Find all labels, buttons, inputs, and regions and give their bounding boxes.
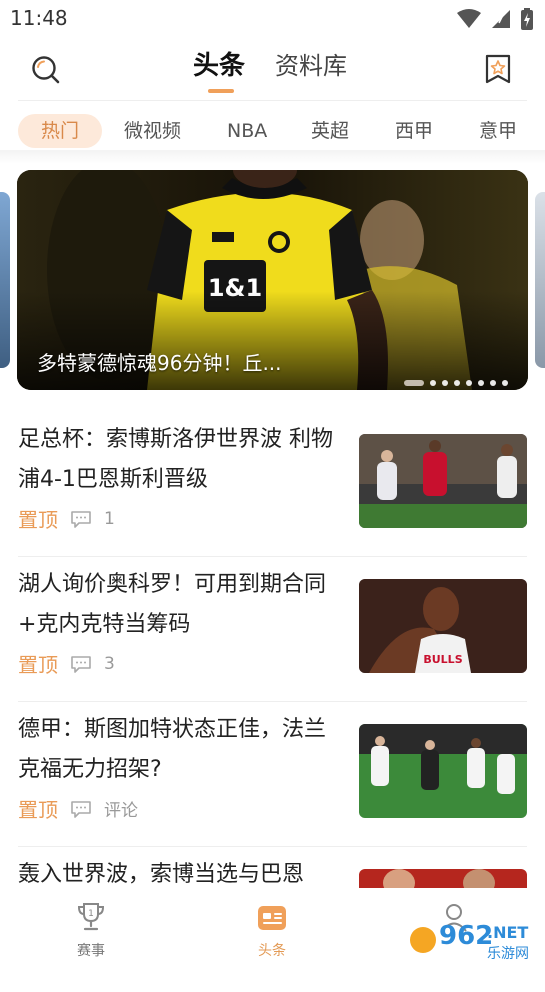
status-time: 11:48 — [10, 6, 68, 30]
comment-icon — [71, 800, 91, 818]
bottom-nav: 1 赛事 头条 962 .NET 乐游网 — [0, 888, 545, 968]
wifi-icon — [457, 9, 481, 28]
nav-label: 头条 — [258, 943, 286, 959]
watermark-logo: 962 .NET 乐游网 — [410, 921, 529, 962]
trophy-icon: 1 — [77, 903, 105, 931]
watermark-text-1: 962 — [439, 921, 493, 951]
comment-count: 1 — [104, 508, 115, 529]
prev-slide-peek[interactable] — [0, 192, 10, 368]
watermark-text-2: .NET — [487, 923, 528, 942]
category-serie-a[interactable]: 意甲 — [479, 114, 517, 148]
svg-text:BULLS: BULLS — [423, 653, 462, 666]
pinned-tag: 置顶 — [18, 653, 58, 677]
nav-headlines[interactable]: 头条 — [232, 902, 312, 960]
bookmark-button[interactable] — [481, 52, 515, 86]
status-bar: 11:48 — [0, 0, 545, 38]
news-card-icon — [258, 906, 286, 930]
search-button[interactable] — [28, 52, 64, 88]
site-watermark: 962 .NET 乐游网 — [407, 910, 539, 964]
carousel-dot — [466, 380, 472, 386]
carousel-dot — [502, 380, 508, 386]
pinned-tag: 置顶 — [18, 508, 58, 532]
category-la-liga[interactable]: 西甲 — [395, 114, 433, 148]
bookmark-star-icon — [485, 54, 511, 84]
comment-count: 评论 — [104, 801, 138, 821]
category-bar-shadow — [0, 150, 545, 164]
active-tab-indicator — [208, 89, 234, 93]
nav-matches[interactable]: 1 赛事 — [51, 902, 131, 960]
watermark-text-3: 乐游网 — [487, 946, 529, 962]
news-item[interactable]: 湖人询价奥科罗！可用到期合同+克内克特当筹码 置顶 3 BULLS — [0, 557, 545, 702]
news-item[interactable]: 德甲：斯图加特状态正佳，法兰克福无力招架? 置顶 评论 — [0, 702, 545, 847]
search-icon — [32, 56, 60, 84]
comment-count: 3 — [104, 653, 115, 674]
banner-caption: 多特蒙德惊魂96分钟！丘... — [37, 351, 282, 375]
news-item[interactable]: 足总杯：索博斯洛伊世界波 利物浦4-1巴恩斯利晋级 置顶 1 — [0, 412, 545, 557]
news-thumbnail — [359, 724, 527, 818]
news-title: 德甲：斯图加特状态正佳，法兰克福无力招架? — [18, 717, 327, 782]
carousel-dot — [478, 380, 484, 386]
news-title: 湖人询价奥科罗！可用到期合同+克内克特当筹码 — [18, 572, 327, 637]
news-thumbnail — [359, 434, 527, 528]
comment-icon — [71, 510, 91, 528]
header-divider — [18, 100, 527, 101]
carousel-dot — [490, 380, 496, 386]
tab-database[interactable]: 资料库 — [275, 48, 347, 84]
category-micro-video[interactable]: 微视频 — [124, 114, 181, 148]
signal-icon — [492, 10, 510, 28]
next-slide-peek[interactable] — [535, 192, 545, 368]
battery-icon — [521, 8, 533, 30]
nav-label: 赛事 — [77, 943, 105, 959]
news-thumbnail: BULLS — [359, 579, 527, 673]
banner-slide[interactable]: 1&1 多特蒙德惊魂96分钟！丘... — [17, 170, 528, 390]
carousel-indicator — [404, 380, 508, 386]
category-nba[interactable]: NBA — [227, 114, 267, 148]
carousel-dot — [454, 380, 460, 386]
comment-icon — [71, 655, 91, 673]
carousel-dot — [430, 380, 436, 386]
banner-carousel[interactable]: 1&1 多特蒙德惊魂96分钟！丘... — [0, 170, 545, 392]
category-hot[interactable]: 热门 — [18, 114, 102, 148]
news-title: 足总杯：索博斯洛伊世界波 利物浦4-1巴恩斯利晋级 — [18, 427, 333, 492]
tab-headlines[interactable]: 头条 — [193, 48, 245, 84]
pinned-tag: 置顶 — [18, 798, 58, 822]
carousel-dot — [442, 380, 448, 386]
top-header: 头条 资料库 — [0, 40, 545, 100]
svg-text:1: 1 — [88, 909, 94, 919]
category-bar: 热门 微视频 NBA 英超 西甲 意甲 — [0, 110, 545, 152]
carousel-dot-active — [404, 380, 424, 386]
category-premier-league[interactable]: 英超 — [311, 114, 349, 148]
